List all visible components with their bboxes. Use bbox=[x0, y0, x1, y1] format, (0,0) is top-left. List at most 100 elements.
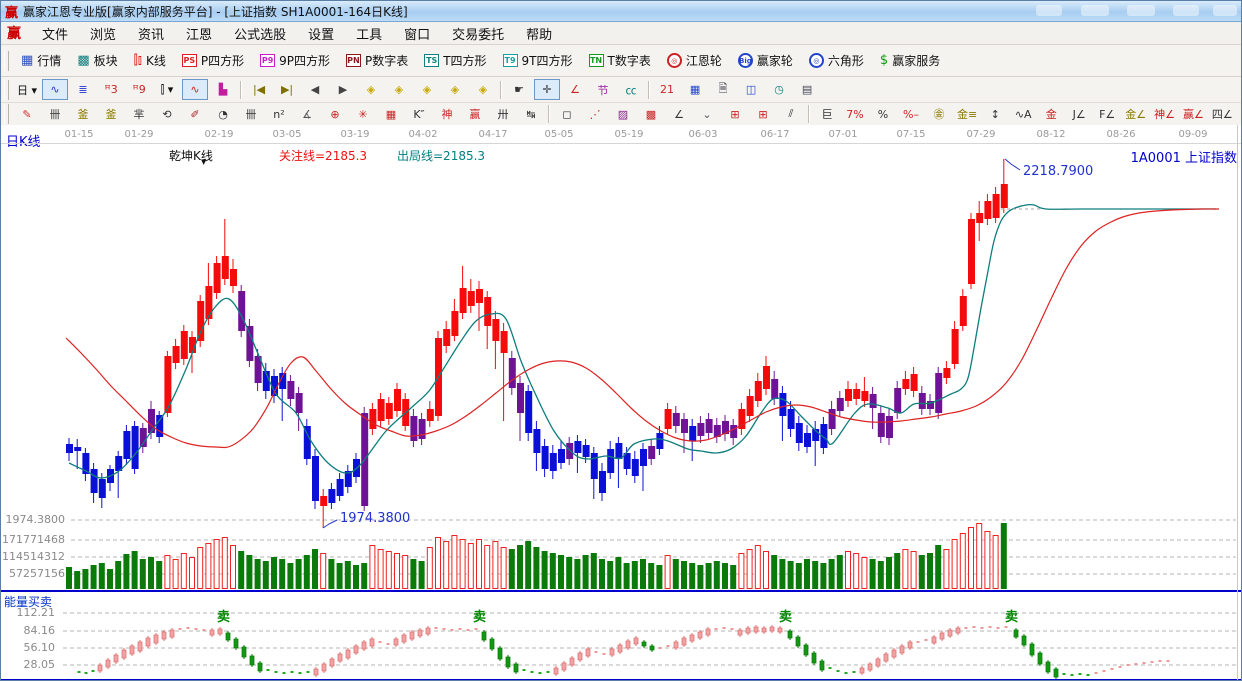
chart-area[interactable]: 卖卖卖卖 日K线 01-1501-2902-1903-0503-1904-020… bbox=[1, 125, 1242, 681]
square-target-tool[interactable]: ▦ bbox=[378, 104, 404, 125]
wave-a-tool[interactable]: ∿A bbox=[1010, 104, 1036, 125]
pencil-chart-tool[interactable]: ✐ bbox=[182, 104, 208, 125]
bars-9-button[interactable]: ꟸ9 bbox=[126, 79, 152, 100]
vertical-measure-tool[interactable]: ↕ bbox=[982, 104, 1008, 125]
gold-angle-tool[interactable]: 金∠ bbox=[1122, 104, 1149, 125]
menu-item-8[interactable]: 交易委托 bbox=[441, 22, 515, 45]
span-arrows-tool[interactable]: ↹ bbox=[518, 104, 544, 125]
sector-blocks-button[interactable]: ▩板块 bbox=[69, 48, 125, 73]
notes-button[interactable]: 🗎 bbox=[710, 79, 736, 100]
menu-item-4[interactable]: 公式选股 bbox=[223, 22, 297, 45]
menu-item-5[interactable]: 设置 bbox=[297, 22, 345, 45]
box-tool[interactable]: ◻ bbox=[554, 104, 580, 125]
ruler-tool[interactable]: 巨 bbox=[814, 104, 840, 125]
save-button[interactable]: ◫ bbox=[738, 79, 764, 100]
percent-tool[interactable]: % bbox=[870, 104, 896, 125]
red-grid-tool-2[interactable]: ⊞ bbox=[750, 104, 776, 125]
fence-tool-1[interactable]: 卌 bbox=[42, 104, 68, 125]
angle-lines-tool[interactable]: ∠ bbox=[666, 104, 692, 125]
seven-percent-tool[interactable]: 7% bbox=[842, 104, 868, 125]
toolbar-grip[interactable] bbox=[4, 51, 9, 71]
menu-item-6[interactable]: 工具 bbox=[345, 22, 393, 45]
histogram-button[interactable]: ▙ bbox=[210, 79, 236, 100]
crosshair-tool-button[interactable]: ✛ bbox=[534, 79, 560, 100]
menu-item-9[interactable]: 帮助 bbox=[515, 22, 563, 45]
festival-tool-button[interactable]: 节 bbox=[590, 79, 616, 100]
kline-plot[interactable]: 卖卖卖卖 bbox=[1, 125, 1242, 681]
last-bar-button[interactable]: ▶| bbox=[274, 79, 300, 100]
time-circle-tool[interactable]: ◔ bbox=[210, 104, 236, 125]
gold-box-tool[interactable]: 金 bbox=[1038, 104, 1064, 125]
ying-tool[interactable]: 赢 bbox=[462, 104, 488, 125]
winner-wheel-button[interactable]: Big赢家轮 bbox=[730, 48, 801, 73]
k-quote-tool[interactable]: K″ bbox=[406, 104, 432, 125]
info-doc-button[interactable]: ≣ bbox=[70, 79, 96, 100]
p-square-button[interactable]: PSP四方形 bbox=[174, 48, 252, 73]
t-number-table-button[interactable]: TNT数字表 bbox=[581, 48, 659, 73]
calculator-button[interactable]: ▦ bbox=[682, 79, 708, 100]
clock-disk-button[interactable]: ◷ bbox=[766, 79, 792, 100]
f-grid-tool[interactable]: 芈 bbox=[126, 104, 152, 125]
angle-measure-tool[interactable]: ∡ bbox=[294, 104, 320, 125]
gold-tool-2[interactable]: 釜 bbox=[98, 104, 124, 125]
diamond-both-button[interactable]: ◈ bbox=[414, 79, 440, 100]
quote-grid-button[interactable]: ▦行情 bbox=[13, 48, 69, 73]
hexagon-button[interactable]: ◎六角形 bbox=[801, 48, 872, 73]
red-grid-tool-1[interactable]: ⊞ bbox=[722, 104, 748, 125]
cc-tool-button[interactable]: ㏄ bbox=[618, 79, 644, 100]
p-number-table-button[interactable]: PNP数字表 bbox=[338, 48, 416, 73]
fan-box-tool[interactable]: ▨ bbox=[610, 104, 636, 125]
period-daily-dropdown[interactable]: 日 ▾ bbox=[14, 79, 40, 100]
qiankun-wave-button[interactable]: ∿ bbox=[42, 79, 68, 100]
9t-square-button[interactable]: T99T四方形 bbox=[495, 48, 581, 73]
gold-tool-1[interactable]: 釜 bbox=[70, 104, 96, 125]
candle-style-dropdown[interactable]: ⫿ ▾ bbox=[154, 79, 180, 100]
net-box-tool[interactable]: ▩ bbox=[638, 104, 664, 125]
star-circle-tool[interactable]: ✳ bbox=[350, 104, 376, 125]
next-bar-button[interactable]: ▶ bbox=[330, 79, 356, 100]
angle-tool-button[interactable]: ∠ bbox=[562, 79, 588, 100]
gold-lines-tool[interactable]: 金≡ bbox=[954, 104, 980, 125]
menu-item-1[interactable]: 浏览 bbox=[79, 22, 127, 45]
bars-3-button[interactable]: ꟸ3 bbox=[98, 79, 124, 100]
winner-service-button[interactable]: $赢家服务 bbox=[872, 48, 948, 73]
menu-item-0[interactable]: 文件 bbox=[31, 22, 79, 45]
f-angle-tool[interactable]: F∠ bbox=[1094, 104, 1120, 125]
red-wave-button[interactable]: ∿ bbox=[182, 79, 208, 100]
n-squared-tool[interactable]: n² bbox=[266, 104, 292, 125]
pencil-tool[interactable]: ✎ bbox=[14, 104, 40, 125]
fence-tool-2[interactable]: 卌 bbox=[238, 104, 264, 125]
diamond-right-button[interactable]: ◈ bbox=[386, 79, 412, 100]
prev-bar-button[interactable]: ◀ bbox=[302, 79, 328, 100]
gann-fan-tool[interactable]: ⋰ bbox=[582, 104, 608, 125]
gold-circle-tool[interactable]: ㊎ bbox=[926, 104, 952, 125]
9p-square-button[interactable]: P99P四方形 bbox=[252, 48, 338, 73]
toolbar-grip[interactable] bbox=[4, 104, 9, 124]
circle-cross-tool[interactable]: ⊕ bbox=[322, 104, 348, 125]
gann-wheel-button[interactable]: ◎江恩轮 bbox=[659, 48, 730, 73]
parallel-lines-tool[interactable]: ⫽ bbox=[778, 104, 804, 125]
toolbar-grip[interactable] bbox=[4, 80, 9, 100]
menu-item-7[interactable]: 窗口 bbox=[393, 22, 441, 45]
percent-line-tool[interactable]: %– bbox=[898, 104, 924, 125]
hand-tool-button[interactable]: ☛ bbox=[506, 79, 532, 100]
j-angle-tool[interactable]: J∠ bbox=[1066, 104, 1092, 125]
v-check-tool[interactable]: ⌄ bbox=[694, 104, 720, 125]
grid-tall-tool[interactable]: 卅 bbox=[490, 104, 516, 125]
shen-tool[interactable]: 神 bbox=[434, 104, 460, 125]
print-button[interactable]: ▤ bbox=[794, 79, 820, 100]
first-bar-button[interactable]: |◀ bbox=[246, 79, 272, 100]
four-angle-tool[interactable]: 四∠ bbox=[1209, 104, 1236, 125]
menu-item-3[interactable]: 江恩 bbox=[175, 22, 223, 45]
calendar-21-button[interactable]: 21 bbox=[654, 79, 680, 100]
kline-candle-button[interactable]: ⫿⫾K线 bbox=[126, 48, 174, 73]
menu-item-2[interactable]: 资讯 bbox=[127, 22, 175, 45]
title-bar[interactable]: 赢 赢家江恩专业版[赢家内部服务平台] - [上证指数 SH1A0001-164… bbox=[1, 1, 1242, 22]
spiral-tool[interactable]: ⟲ bbox=[154, 104, 180, 125]
shen-angle-tool[interactable]: 神∠ bbox=[1151, 104, 1178, 125]
diamond-star-button[interactable]: ◈ bbox=[470, 79, 496, 100]
ying-angle-tool[interactable]: 赢∠ bbox=[1180, 104, 1207, 125]
diamond-left-button[interactable]: ◈ bbox=[358, 79, 384, 100]
diamond-x-button[interactable]: ◈ bbox=[442, 79, 468, 100]
t-square-button[interactable]: TST四方形 bbox=[416, 48, 494, 73]
